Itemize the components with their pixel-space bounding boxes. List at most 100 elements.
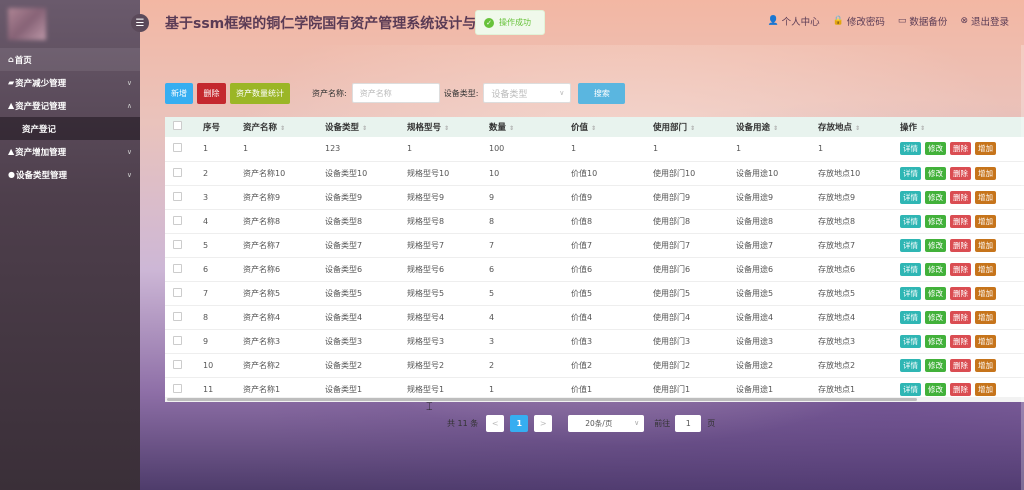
increase-button[interactable]: 增加	[975, 142, 996, 156]
add-button[interactable]: 新增	[165, 82, 193, 104]
search-button[interactable]: 搜索	[578, 82, 626, 104]
delete-row-button[interactable]: 删除	[950, 166, 971, 180]
delete-row-button[interactable]: 删除	[950, 238, 971, 252]
table-row[interactable]: 10 资产名称2 设备类型2 规格型号2 2 价值2 使用部门2 设备用途2 存放地点2 详情 修改…	[165, 353, 1024, 377]
scrollbar-thumb[interactable]	[167, 398, 917, 401]
increase-button[interactable]: 增加	[975, 358, 996, 372]
delete-row-button[interactable]: 删除	[950, 190, 971, 204]
column-header[interactable]: 使用部门 ⇕	[653, 117, 736, 137]
select-all-checkbox[interactable]	[173, 121, 182, 130]
delete-row-button[interactable]: 删除	[950, 382, 971, 396]
next-page-button[interactable]: >	[534, 414, 553, 432]
increase-button[interactable]: 增加	[975, 286, 996, 300]
detail-button[interactable]: 详情	[900, 382, 921, 396]
delete-row-button[interactable]: 删除	[950, 358, 971, 372]
column-header[interactable]: 存放地点 ⇕	[818, 117, 900, 137]
column-header[interactable]: 规格型号 ⇕	[407, 117, 489, 137]
delete-row-button[interactable]: 删除	[950, 214, 971, 228]
sidebar-subitem-asset-register[interactable]: 资产登记	[0, 117, 140, 140]
table-row[interactable]: 7 资产名称5 设备类型5 规格型号5 5 价值5 使用部门5 设备用途5 存放地点5 详情 修改删…	[165, 281, 1024, 305]
row-checkbox[interactable]	[173, 383, 182, 393]
table-row[interactable]: 2 资产名称10 设备类型10 规格型号10 10 价值10 使用部门10 设备用途10 存放地…	[165, 161, 1024, 185]
increase-button[interactable]: 增加	[975, 190, 996, 204]
asset-name-input[interactable]: 资产名称	[351, 83, 440, 103]
sort-icon[interactable]: ⇕	[855, 125, 860, 132]
prev-page-button[interactable]: <	[486, 414, 505, 432]
table-row[interactable]: 5 资产名称7 设备类型7 规格型号7 7 价值7 使用部门7 设备用途7 存放地点7 详情 修改删…	[165, 233, 1024, 257]
edit-button[interactable]: 修改	[925, 358, 946, 372]
page-number-button[interactable]: 1	[510, 414, 529, 432]
sort-icon[interactable]: ⇕	[280, 125, 285, 132]
menu-toggle-icon[interactable]: ☰	[131, 14, 149, 32]
sidebar-item-asset-reduce[interactable]: ▰ 资产减少管理 ∨	[0, 71, 140, 94]
column-header[interactable]: 设备用途 ⇕	[736, 117, 818, 137]
sort-icon[interactable]: ⇕	[509, 125, 514, 132]
column-header[interactable]: 序号	[203, 117, 243, 137]
table-row[interactable]: 6 资产名称6 设备类型6 规格型号6 6 价值6 使用部门6 设备用途6 存放地点6 详情 修改删…	[165, 257, 1024, 281]
edit-button[interactable]: 修改	[925, 310, 946, 324]
edit-button[interactable]: 修改	[925, 334, 946, 348]
sort-icon[interactable]: ⇕	[444, 125, 449, 132]
row-checkbox[interactable]	[173, 359, 182, 369]
edit-button[interactable]: 修改	[925, 286, 946, 300]
edit-button[interactable]: 修改	[925, 142, 946, 156]
column-header[interactable]: 价值 ⇕	[571, 117, 653, 137]
delete-row-button[interactable]: 删除	[950, 286, 971, 300]
sort-icon[interactable]: ⇕	[591, 125, 596, 132]
delete-row-button[interactable]: 删除	[950, 262, 971, 276]
sidebar-item-home[interactable]: ⌂ 首页	[0, 48, 140, 71]
increase-button[interactable]: 增加	[975, 382, 996, 396]
delete-row-button[interactable]: 删除	[950, 334, 971, 348]
row-checkbox[interactable]	[173, 263, 182, 273]
detail-button[interactable]: 详情	[900, 142, 921, 156]
row-checkbox[interactable]	[173, 335, 182, 345]
detail-button[interactable]: 详情	[900, 286, 921, 300]
page-size-select[interactable]: 20条/页 ∨	[568, 414, 645, 432]
sort-icon[interactable]: ⇕	[920, 125, 925, 132]
detail-button[interactable]: 详情	[900, 214, 921, 228]
data-backup-link[interactable]: ▭ 数据备份	[898, 14, 948, 28]
column-header[interactable]: 数量 ⇕	[489, 117, 571, 137]
sort-icon[interactable]: ⇕	[362, 125, 367, 132]
detail-button[interactable]: 详情	[900, 334, 921, 348]
table-row[interactable]: 3 资产名称9 设备类型9 规格型号9 9 价值9 使用部门9 设备用途9 存放地点9 详情 修改删…	[165, 185, 1024, 209]
table-row[interactable]: 8 资产名称4 设备类型4 规格型号4 4 价值4 使用部门4 设备用途4 存放地点4 详情 修改删…	[165, 305, 1024, 329]
table-row[interactable]: 1 1 123 1 100 1 1 1 1 详情 修改 删除 增加	[165, 137, 1024, 161]
detail-button[interactable]: 详情	[900, 190, 921, 204]
table-row[interactable]: 9 资产名称3 设备类型3 规格型号3 3 价值3 使用部门3 设备用途3 存放地点3 详情 修改删…	[165, 329, 1024, 353]
row-checkbox[interactable]	[173, 215, 182, 225]
device-type-select[interactable]: 设备类型 ∨	[483, 83, 572, 103]
detail-button[interactable]: 详情	[900, 262, 921, 276]
detail-button[interactable]: 详情	[900, 310, 921, 324]
edit-button[interactable]: 修改	[925, 166, 946, 180]
delete-row-button[interactable]: 删除	[950, 310, 971, 324]
detail-button[interactable]: 详情	[900, 358, 921, 372]
delete-button[interactable]: 删除	[197, 82, 226, 104]
sidebar-item-asset-increase[interactable]: ▲ 资产增加管理 ∨	[0, 140, 140, 163]
column-header[interactable]: 资产名称 ⇕	[243, 117, 325, 137]
row-checkbox[interactable]	[173, 167, 182, 177]
increase-button[interactable]: 增加	[975, 166, 996, 180]
sort-icon[interactable]: ⇕	[773, 125, 778, 132]
detail-button[interactable]: 详情	[900, 238, 921, 252]
increase-button[interactable]: 增加	[975, 214, 996, 228]
asset-stat-button[interactable]: 资产数量统计	[230, 82, 290, 104]
goto-page-input[interactable]: 1	[675, 414, 702, 432]
increase-button[interactable]: 增加	[975, 334, 996, 348]
sort-icon[interactable]: ⇕	[690, 125, 695, 132]
row-checkbox[interactable]	[173, 287, 182, 297]
logout-link[interactable]: ⊗ 退出登录	[960, 14, 1009, 28]
sidebar-item-device-type[interactable]: ● 设备类型管理 ∨	[0, 163, 140, 186]
edit-button[interactable]: 修改	[925, 238, 946, 252]
detail-button[interactable]: 详情	[900, 166, 921, 180]
edit-button[interactable]: 修改	[925, 262, 946, 276]
row-checkbox[interactable]	[173, 191, 182, 201]
column-header[interactable]: 操作 ⇕	[900, 117, 1024, 137]
sidebar-item-asset-register[interactable]: ▲ 资产登记管理 ∧	[0, 94, 140, 117]
personal-center-link[interactable]: 👤 个人中心	[767, 14, 819, 28]
delete-row-button[interactable]: 删除	[950, 142, 971, 156]
change-password-link[interactable]: 🔒 修改密码	[833, 14, 885, 28]
edit-button[interactable]: 修改	[925, 382, 946, 396]
edit-button[interactable]: 修改	[925, 214, 946, 228]
row-checkbox[interactable]	[173, 143, 182, 153]
